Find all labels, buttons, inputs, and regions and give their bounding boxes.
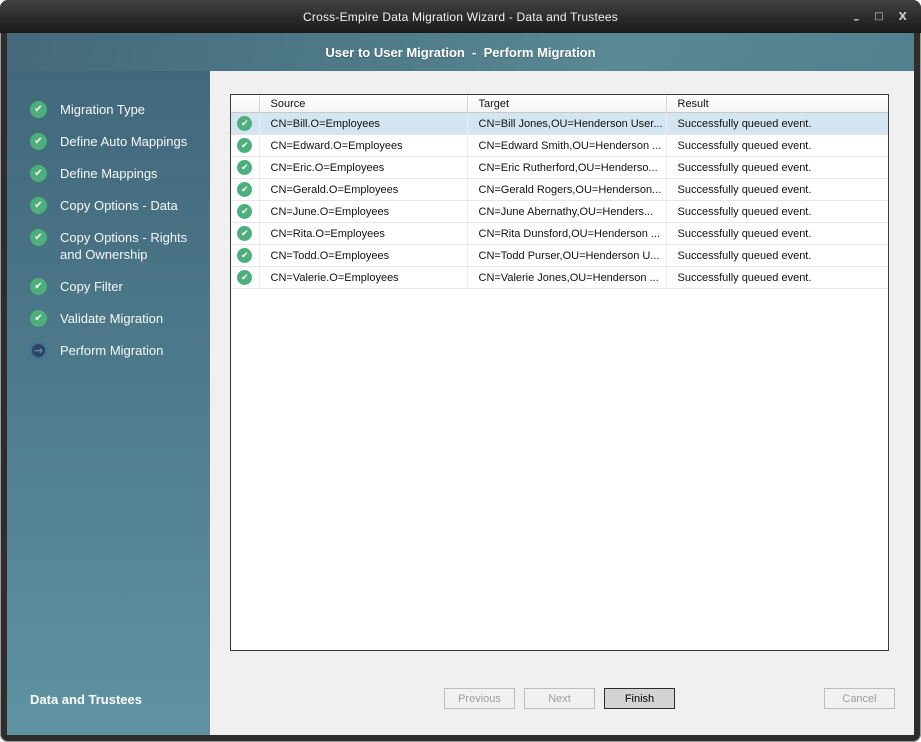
main-panel: SourceTargetResult CN=Bill.O=EmployeesCN… (210, 71, 914, 735)
arrow-circle-icon (30, 342, 47, 359)
cell-target: CN=Todd Purser,OU=Henderson U... (467, 244, 667, 267)
cell-result: Successfully queued event. (666, 266, 888, 289)
sidebar-step-label: Copy Options - Data (60, 198, 178, 213)
sidebar-step-copy-filter[interactable]: Copy Filter (30, 278, 210, 295)
cell-status (231, 134, 260, 157)
success-check-icon (237, 138, 253, 153)
sidebar-step-label: Copy Options - Rights and Ownership (60, 230, 188, 262)
sidebar-step-define-auto-mappings[interactable]: Define Auto Mappings (30, 133, 210, 150)
cell-source: CN=Rita.O=Employees (259, 222, 468, 245)
check-circle-icon (30, 197, 47, 214)
check-circle-icon (30, 310, 47, 327)
window-content: User to User Migration - Perform Migrati… (7, 33, 914, 735)
cell-result: Successfully queued event. (666, 222, 888, 245)
cell-result: Successfully queued event. (666, 178, 888, 201)
wizard-name-label: Data and Trustees (30, 692, 142, 707)
cell-target: CN=June Abernathy,OU=Henders... (467, 200, 667, 223)
table-row[interactable]: CN=Todd.O=EmployeesCN=Todd Purser,OU=Hen… (231, 244, 888, 267)
cell-target: CN=Eric Rutherford,OU=Henderso... (467, 156, 667, 179)
table-header-row: Source Target Result (231, 95, 888, 113)
cell-target: CN=Gerald Rogers,OU=Henderson... (467, 178, 667, 201)
success-check-icon (237, 182, 253, 197)
check-circle-icon (30, 133, 47, 150)
cell-target: CN=Edward Smith,OU=Henderson ... (467, 134, 667, 157)
maximize-icon[interactable]: □ (874, 11, 883, 22)
sidebar-step-perform-migration[interactable]: Perform Migration (30, 342, 210, 359)
sidebar-step-label: Define Auto Mappings (60, 134, 188, 149)
cell-status (231, 266, 260, 289)
success-check-icon (237, 116, 253, 131)
cell-source: CN=Valerie.O=Employees (259, 266, 468, 289)
check-circle-icon (30, 229, 47, 246)
cell-status (231, 222, 260, 245)
table-row[interactable]: CN=Rita.O=EmployeesCN=Rita Dunsford,OU=H… (231, 222, 888, 245)
cell-source: CN=Eric.O=Employees (259, 156, 468, 179)
table-row[interactable]: CN=Valerie.O=EmployeesCN=Valerie Jones,O… (231, 266, 888, 289)
success-check-icon (237, 248, 253, 263)
finish-button[interactable]: Finish (604, 688, 675, 709)
sidebar-step-copy-options-rights-and-ownership[interactable]: Copy Options - Rights and Ownership (30, 229, 210, 263)
cell-target: CN=Rita Dunsford,OU=Henderson ... (467, 222, 667, 245)
cell-source: CN=Gerald.O=Employees (259, 178, 468, 201)
migration-results-panel: SourceTargetResult CN=Bill.O=EmployeesCN… (230, 94, 889, 651)
success-check-icon (237, 204, 253, 219)
cell-status (231, 200, 260, 223)
table-row[interactable]: CN=Eric.O=EmployeesCN=Eric Rutherford,OU… (231, 156, 888, 179)
migration-results-table[interactable]: SourceTargetResult CN=Bill.O=EmployeesCN… (231, 95, 888, 289)
sidebar-step-label: Copy Filter (60, 279, 123, 294)
column-header-result[interactable]: Result (666, 95, 888, 113)
wizard-window: Cross-Empire Data Migration Wizard - Dat… (0, 0, 921, 742)
cell-result: Successfully queued event. (666, 156, 888, 179)
close-icon[interactable]: X (899, 11, 907, 22)
cell-target: CN=Valerie Jones,OU=Henderson ... (467, 266, 667, 289)
sidebar: Migration Type Define Auto Mappings Define… (7, 71, 210, 735)
cell-status (231, 244, 260, 267)
sidebar-steps: Migration Type Define Auto Mappings Define… (7, 71, 210, 359)
cell-target: CN=Bill Jones,OU=Henderson User... (467, 112, 667, 135)
cell-status (231, 112, 260, 135)
sidebar-step-define-mappings[interactable]: Define Mappings (30, 165, 210, 182)
sidebar-step-label: Define Mappings (60, 166, 158, 181)
check-circle-icon (30, 101, 47, 118)
success-check-icon (237, 226, 253, 241)
cell-result: Successfully queued event. (666, 134, 888, 157)
sidebar-step-validate-migration[interactable]: Validate Migration (30, 310, 210, 327)
next-button[interactable]: Next (524, 688, 595, 709)
column-header-status[interactable] (231, 95, 260, 113)
minimize-icon[interactable]: – (854, 14, 860, 25)
sidebar-step-label: Migration Type (60, 102, 146, 117)
step-header-title: User to User Migration - Perform Migrati… (325, 44, 596, 60)
cell-status (231, 156, 260, 179)
column-header-target[interactable]: Target (467, 95, 667, 113)
cell-source: CN=Edward.O=Employees (259, 134, 468, 157)
table-row[interactable]: CN=Gerald.O=EmployeesCN=Gerald Rogers,OU… (231, 178, 888, 201)
sidebar-step-copy-options-data[interactable]: Copy Options - Data (30, 197, 210, 214)
cell-source: CN=Bill.O=Employees (259, 112, 468, 135)
cell-result: Successfully queued event. (666, 244, 888, 267)
table-body: CN=Bill.O=EmployeesCN=Bill Jones,OU=Hend… (231, 112, 888, 289)
column-header-source[interactable]: Source (259, 95, 468, 113)
table-row[interactable]: CN=Bill.O=EmployeesCN=Bill Jones,OU=Hend… (231, 112, 888, 135)
wizard-step-header: User to User Migration - Perform Migrati… (7, 33, 914, 71)
window-controls: – □ X (854, 0, 907, 33)
table-row[interactable]: CN=Edward.O=EmployeesCN=Edward Smith,OU=… (231, 134, 888, 157)
window-title: Cross-Empire Data Migration Wizard - Dat… (303, 9, 618, 24)
sidebar-step-label: Perform Migration (60, 343, 164, 358)
cell-source: CN=Todd.O=Employees (259, 244, 468, 267)
success-check-icon (237, 270, 253, 285)
sidebar-step-label: Validate Migration (60, 311, 164, 326)
titlebar[interactable]: Cross-Empire Data Migration Wizard - Dat… (0, 0, 921, 33)
cell-source: CN=June.O=Employees (259, 200, 468, 223)
sidebar-step-migration-type[interactable]: Migration Type (30, 101, 210, 118)
cancel-button[interactable]: Cancel (824, 688, 895, 709)
check-circle-icon (30, 278, 47, 295)
check-circle-icon (30, 165, 47, 182)
success-check-icon (237, 160, 253, 175)
cell-result: Successfully queued event. (666, 112, 888, 135)
table-row[interactable]: CN=June.O=EmployeesCN=June Abernathy,OU=… (231, 200, 888, 223)
cell-result: Successfully queued event. (666, 200, 888, 223)
cell-status (231, 178, 260, 201)
previous-button[interactable]: Previous (444, 688, 515, 709)
